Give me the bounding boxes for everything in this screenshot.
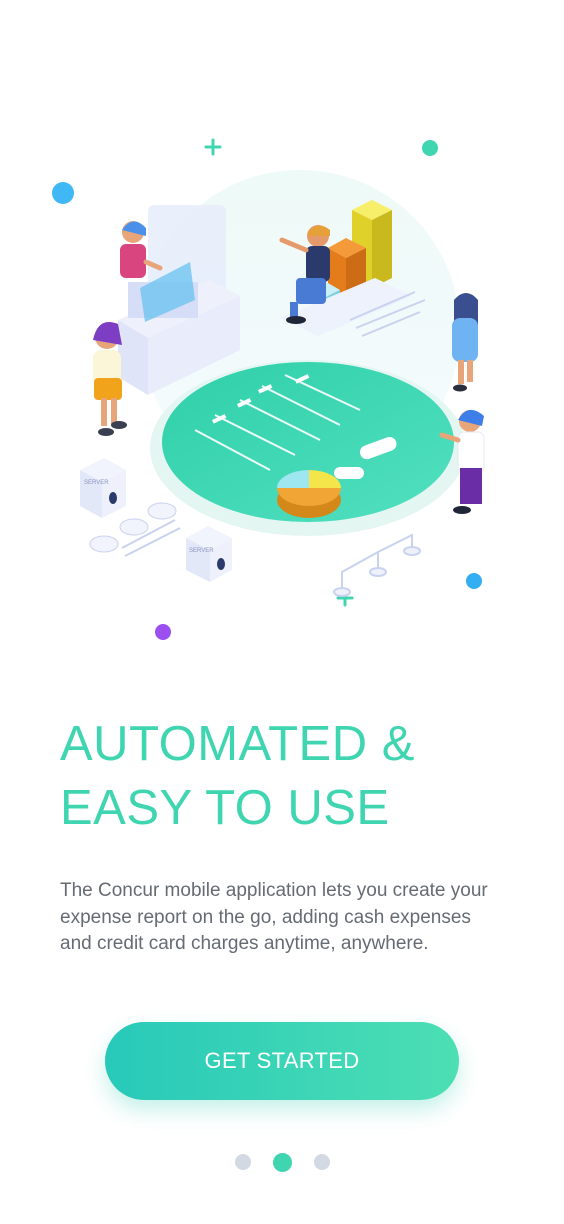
page-indicator bbox=[0, 1150, 564, 1174]
gear-icon bbox=[119, 502, 177, 536]
pie-chart-icon bbox=[277, 470, 341, 518]
get-started-button[interactable]: GET STARTED bbox=[105, 1022, 459, 1100]
page-dot-2-active[interactable] bbox=[272, 1152, 292, 1172]
server-box: SERVER bbox=[186, 526, 232, 582]
floating-dot bbox=[466, 573, 482, 589]
svg-text:SERVER: SERVER bbox=[189, 548, 214, 554]
page-dot-1[interactable] bbox=[234, 1154, 251, 1170]
cloud-icon bbox=[89, 535, 119, 553]
floating-dot bbox=[155, 624, 171, 640]
onboarding-description: The Concur mobile application lets you c… bbox=[60, 880, 488, 954]
hero-illustration: SERVER SERVER bbox=[52, 138, 485, 640]
person-icon bbox=[452, 293, 478, 392]
onboarding-title-line1: AUTOMATED & bbox=[60, 717, 415, 771]
onboarding-title: AUTOMATED & EASY TO USE bbox=[60, 712, 415, 840]
server-box: SERVER bbox=[80, 458, 126, 518]
floating-dot bbox=[52, 182, 74, 204]
floating-dot bbox=[422, 140, 438, 156]
svg-text:SERVER: SERVER bbox=[84, 480, 109, 486]
page-dot-3[interactable] bbox=[313, 1154, 330, 1170]
onboarding-title-line2: EASY TO USE bbox=[60, 781, 390, 835]
